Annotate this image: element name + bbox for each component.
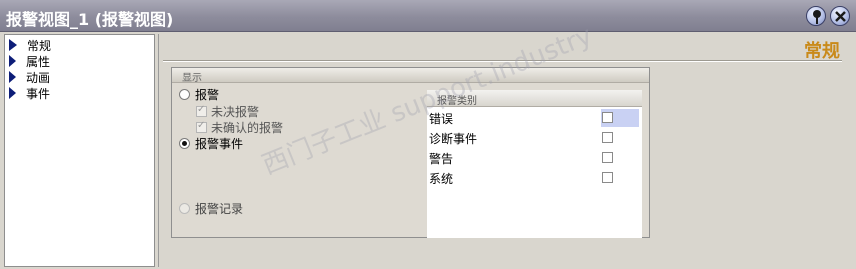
alarm-category-table: 报警类别 错误 诊断事件 警告 系统: [427, 90, 642, 238]
category-checkbox[interactable]: [602, 132, 613, 143]
alarm-event-radio[interactable]: [179, 138, 190, 149]
main-panel: 常规 显示 报警 未决报警 未确认的报警 报警事件 报警记录 报警类别 错误 诊…: [158, 34, 856, 267]
category-name: 警告: [429, 152, 454, 166]
display-group: 显示 报警 未决报警 未确认的报警 报警事件 报警记录 报警类别 错误 诊断事件: [171, 67, 650, 238]
alarm-log-radio-label: 报警记录: [195, 202, 244, 216]
arrow-right-icon: [9, 39, 17, 51]
nav-item-label: 属性: [26, 54, 51, 69]
nav-item-label: 动画: [26, 70, 51, 85]
nav-item-animation[interactable]: 动画: [9, 69, 50, 85]
category-name: 错误: [429, 112, 454, 126]
alarm-radio-label: 报警: [195, 88, 220, 102]
alarm-event-radio-label: 报警事件: [195, 137, 244, 151]
category-name: 系统: [429, 172, 454, 186]
unconfirmed-alarm-label: 未确认的报警: [211, 121, 284, 135]
category-header-label: 报警类别: [437, 96, 477, 107]
navigation-tree: 常规 属性 动画 事件: [4, 34, 155, 267]
nav-item-events[interactable]: 事件: [9, 85, 50, 101]
table-row[interactable]: 诊断事件: [427, 128, 642, 148]
pin-button[interactable]: [806, 6, 826, 26]
table-row[interactable]: 错误: [427, 108, 642, 128]
nav-item-general[interactable]: 常规: [9, 37, 51, 53]
arrow-right-icon: [9, 87, 16, 99]
category-column-header: 报警类别: [427, 90, 642, 107]
arrow-right-icon: [9, 55, 16, 67]
display-group-header: 显示: [172, 68, 649, 84]
alarm-radio[interactable]: [179, 89, 190, 100]
unack-alarm-label: 未决报警: [211, 105, 260, 119]
category-checkbox[interactable]: [602, 112, 613, 123]
category-name: 诊断事件: [429, 132, 478, 146]
title-divider: [163, 60, 842, 62]
unconfirmed-alarm-checkbox[interactable]: [196, 120, 207, 133]
nav-item-label: 常规: [27, 38, 52, 53]
unack-alarm-checkbox[interactable]: [196, 104, 207, 117]
table-row[interactable]: 系统: [427, 168, 642, 188]
nav-item-properties[interactable]: 属性: [9, 53, 50, 69]
display-group-title: 显示: [182, 73, 202, 84]
window-title: 报警视图_1 (报警视图): [6, 10, 174, 29]
nav-item-label: 事件: [26, 86, 51, 101]
table-row[interactable]: 警告: [427, 148, 642, 168]
close-icon: [835, 11, 846, 22]
close-button[interactable]: [830, 6, 850, 26]
title-bar: 报警视图_1 (报警视图): [0, 0, 856, 32]
category-checkbox[interactable]: [602, 172, 613, 183]
alarm-log-radio[interactable]: [179, 203, 190, 214]
pin-icon: [813, 10, 821, 24]
arrow-right-icon: [9, 71, 16, 83]
category-checkbox[interactable]: [602, 152, 613, 163]
